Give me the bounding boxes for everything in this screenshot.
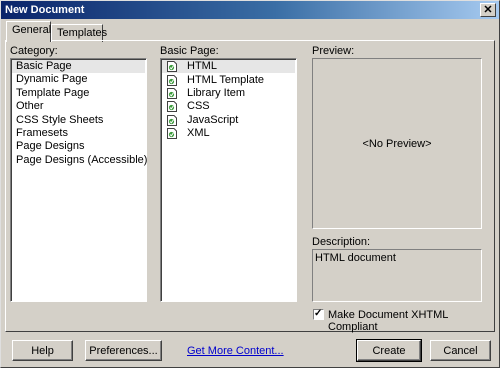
category-item[interactable]: CSS Style Sheets: [12, 114, 145, 127]
category-item[interactable]: Other: [12, 100, 145, 113]
cancel-button[interactable]: Cancel: [430, 340, 491, 361]
page-type-label: XML: [187, 127, 210, 140]
page-type-item[interactable]: JavaScript: [162, 114, 295, 127]
check-mark-icon: ✓: [314, 308, 323, 319]
cancel-button-label: Cancel: [443, 344, 478, 357]
page-type-item[interactable]: CSS: [162, 100, 295, 113]
preview-label: Preview:: [312, 45, 355, 57]
help-button[interactable]: Help: [12, 340, 73, 361]
page-type-item[interactable]: HTML: [162, 60, 295, 74]
page-type-label: HTML: [187, 60, 217, 73]
document-icon: [167, 87, 177, 99]
no-preview-text: <No Preview>: [362, 137, 432, 150]
preferences-button[interactable]: Preferences...: [85, 340, 162, 361]
tab-general[interactable]: General: [6, 21, 51, 42]
basic-page-list[interactable]: HTML HTML Template Library Item CSS JavaScri…: [160, 58, 297, 302]
document-icon: [167, 74, 177, 86]
page-type-item[interactable]: HTML Template: [162, 73, 295, 86]
xhtml-compliant-checkbox[interactable]: ✓: [313, 308, 324, 320]
create-button[interactable]: Create: [356, 339, 422, 362]
document-icon: [167, 128, 177, 140]
category-item[interactable]: Page Designs: [12, 140, 145, 153]
category-item[interactable]: Basic Page: [12, 60, 145, 74]
new-document-dialog: New Document ✕ General Templates Categor…: [0, 0, 500, 368]
category-list[interactable]: Basic Page Dynamic Page Template Page Other…: [10, 58, 147, 302]
help-button-label: Help: [31, 344, 54, 357]
description-label: Description:: [312, 236, 371, 248]
page-type-item[interactable]: XML: [162, 127, 295, 140]
page-type-label: Library Item: [187, 86, 246, 99]
description-box: HTML document: [312, 249, 482, 302]
preferences-button-label: Preferences...: [89, 344, 158, 357]
description-text: HTML document: [315, 252, 396, 264]
preview-pane: <No Preview>: [312, 58, 482, 229]
get-more-content-link[interactable]: Get More Content...: [187, 345, 284, 357]
close-button[interactable]: ✕: [480, 3, 496, 17]
tab-general-label: General: [12, 24, 52, 36]
document-icon: [167, 101, 177, 113]
basic-page-label: Basic Page:: [160, 45, 219, 57]
document-icon: [167, 114, 177, 126]
window-title: New Document: [5, 4, 85, 16]
category-item[interactable]: Page Designs (Accessible): [12, 154, 147, 167]
category-item[interactable]: Template Page: [12, 87, 145, 100]
page-type-label: HTML Template: [187, 73, 265, 86]
title-bar[interactable]: New Document ✕: [1, 1, 499, 19]
page-type-label: CSS: [187, 100, 210, 113]
category-item[interactable]: Dynamic Page: [12, 73, 145, 86]
document-icon: [167, 61, 177, 73]
close-icon: ✕: [483, 4, 493, 16]
category-label: Category:: [10, 45, 58, 57]
page-type-label: JavaScript: [187, 113, 239, 126]
tab-templates-label: Templates: [57, 27, 108, 39]
page-type-item[interactable]: Library Item: [162, 87, 295, 100]
create-button-label: Create: [372, 344, 406, 357]
category-item[interactable]: Framesets: [12, 127, 145, 140]
xhtml-compliant-label[interactable]: Make Document XHTML Compliant: [328, 309, 499, 333]
